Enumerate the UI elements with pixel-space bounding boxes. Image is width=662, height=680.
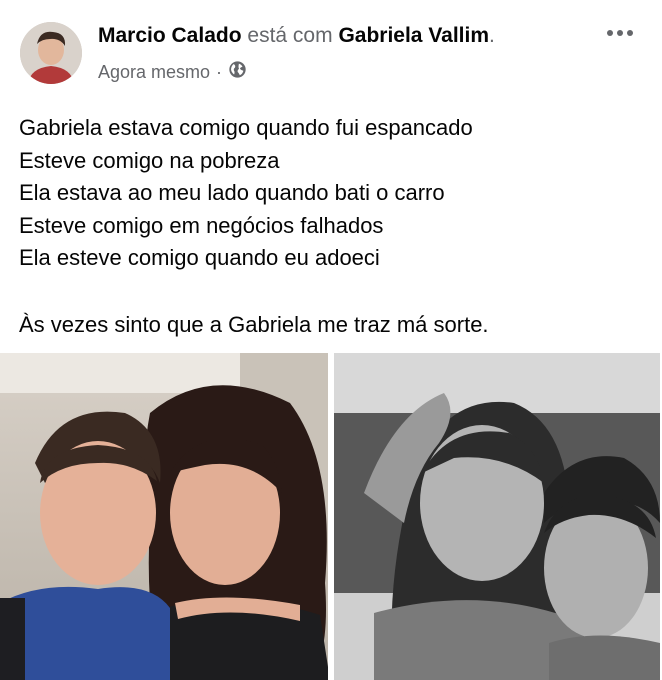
photo-grid [0, 353, 662, 680]
post-text-line: Esteve comigo na pobreza [19, 147, 280, 173]
post-text-line: Ela esteve comigo quando eu adoeci [19, 245, 380, 270]
post-text: Gabriela estava comigo quando fui espanc… [19, 112, 639, 341]
post-meta: Agora mesmo · [98, 60, 247, 84]
photo-left[interactable] [0, 353, 328, 680]
post-closing-line: Às vezes sinto que a Gabriela me traz má… [19, 311, 489, 337]
author-avatar[interactable] [20, 22, 82, 84]
more-options-icon[interactable] [602, 18, 638, 48]
tagged-person[interactable]: Gabriela Vallim [338, 24, 489, 47]
post-timestamp[interactable]: Agora mesmo [98, 62, 210, 83]
with-text: está com [247, 24, 333, 47]
meta-separator: · [216, 61, 223, 82]
dot [617, 30, 623, 36]
post-header: Marcio Calado está com Gabriela Vallim. … [0, 0, 662, 100]
dot [607, 30, 613, 36]
globe-icon[interactable] [228, 60, 247, 84]
dot [627, 30, 633, 36]
post-text-line: Ela estava ao meu lado quando bati o car… [19, 180, 445, 205]
author-line: Marcio Calado está com Gabriela Vallim. [98, 24, 495, 48]
photo-right[interactable] [334, 353, 662, 680]
period: . [489, 24, 495, 47]
post-text-line: Esteve comigo em negócios falhados [19, 212, 384, 238]
avatar-image [20, 22, 82, 84]
author-name[interactable]: Marcio Calado [98, 24, 242, 47]
post-text-line: Gabriela estava comigo quando fui espanc… [19, 115, 473, 140]
